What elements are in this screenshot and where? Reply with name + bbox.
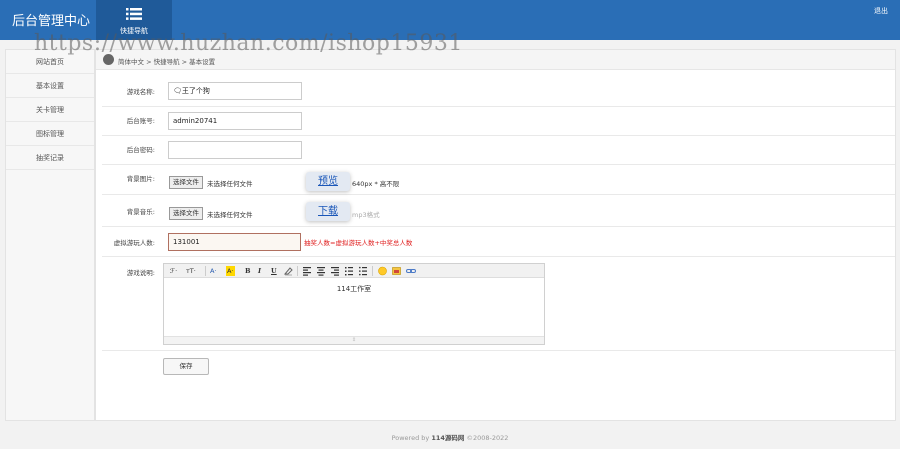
sidebar-item-icons[interactable]: 图标管理	[6, 122, 94, 146]
form-row-admin-account: 后台账号: admin20741	[102, 107, 895, 136]
sidebar-item-lottery-records[interactable]: 抽奖记录	[6, 146, 94, 170]
form-row-bg-image: 背景图片: 选择文件 未选择任何文件 预览 640px * 高不限	[102, 165, 895, 195]
form-row-virtual-players: 虚拟游玩人数: 131001 抽奖人数=虚拟游玩人数+中奖总人数	[102, 227, 895, 257]
main-panel: 简体中文 > 快捷导航 > 基本设置 游戏名称: 🗨王了个狗 后台账号: adm…	[95, 49, 896, 421]
bg-music-download-button[interactable]: 下载	[306, 202, 350, 221]
sidebar: 网站首页 基本设置 关卡管理 图标管理 抽奖记录	[5, 49, 95, 421]
footer-site-link[interactable]: 114源码网	[431, 434, 464, 442]
breadcrumb-text: 简体中文 > 快捷导航 > 基本设置	[118, 58, 216, 66]
sidebar-item-levels[interactable]: 关卡管理	[6, 98, 94, 122]
bold-button[interactable]: B	[245, 266, 251, 276]
footer-copyright: ©2008-2022	[464, 434, 509, 442]
bg-image-label: 背景图片:	[126, 175, 155, 183]
align-left-icon[interactable]	[303, 266, 311, 276]
logout-link[interactable]: 退出	[874, 6, 888, 16]
virtual-players-hint: 抽奖人数=虚拟游玩人数+中奖总人数	[304, 239, 413, 247]
admin-account-label: 后台账号:	[126, 117, 155, 125]
bg-color-button[interactable]: A·	[226, 266, 235, 276]
form-row-admin-password: 后台密码:	[102, 136, 895, 165]
bg-music-label: 背景音乐:	[126, 208, 155, 216]
bg-image-file-status: 未选择任何文件	[207, 180, 253, 188]
unordered-list-icon[interactable]	[359, 266, 367, 276]
image-icon[interactable]	[392, 266, 401, 276]
save-button[interactable]: 保存	[163, 358, 209, 375]
editor-content[interactable]: 114工作室	[164, 278, 544, 336]
bg-image-size-hint: 640px * 高不限	[352, 180, 400, 188]
description-label: 游戏说明:	[126, 269, 155, 277]
sidebar-item-home[interactable]: 网站首页	[6, 50, 94, 74]
footer-prefix: Powered by	[391, 434, 432, 442]
eraser-icon[interactable]	[284, 266, 293, 276]
top-bar: 后台管理中心 快捷导航 退出	[0, 0, 900, 40]
bg-music-file-status: 未选择任何文件	[207, 211, 253, 219]
toolbar-divider	[372, 266, 373, 276]
form-row-bg-music: 背景音乐: 选择文件 未选择任何文件 下载 mp3格式	[102, 195, 895, 227]
link-icon[interactable]	[406, 266, 416, 276]
align-center-icon[interactable]	[317, 266, 325, 276]
footer: Powered by 114源码网 ©2008-2022	[0, 432, 900, 442]
bg-image-preview-button[interactable]: 预览	[306, 172, 350, 191]
font-family-button[interactable]: ℱ·	[170, 266, 177, 276]
virtual-players-input[interactable]: 131001	[168, 233, 301, 251]
editor-toolbar: ℱ· тT· A· A· B I U	[164, 264, 544, 278]
align-right-icon[interactable]	[331, 266, 339, 276]
toolbar-divider	[297, 266, 298, 276]
admin-password-input[interactable]	[168, 141, 302, 159]
sidebar-item-basic-settings[interactable]: 基本设置	[6, 74, 94, 98]
underline-button[interactable]: U	[271, 266, 277, 276]
bg-image-choose-button[interactable]: 选择文件	[169, 176, 203, 189]
rich-text-editor[interactable]: ℱ· тT· A· A· B I U 114工作室 ⇳	[163, 263, 545, 345]
font-size-button[interactable]: тT·	[186, 266, 196, 276]
italic-button[interactable]: I	[258, 266, 261, 276]
game-name-input[interactable]: 🗨王了个狗	[168, 82, 302, 100]
emoticon-icon[interactable]	[378, 266, 387, 276]
quick-nav-button[interactable]: 快捷导航	[96, 0, 172, 40]
virtual-players-label: 虚拟游玩人数:	[113, 239, 155, 247]
font-color-button[interactable]: A·	[210, 266, 217, 276]
breadcrumb: 简体中文 > 快捷导航 > 基本设置	[96, 50, 895, 70]
bg-music-choose-button[interactable]: 选择文件	[169, 207, 203, 220]
bg-music-format-hint: mp3格式	[352, 211, 380, 219]
brand-title: 后台管理中心	[12, 14, 91, 29]
globe-icon	[103, 54, 114, 65]
form-row-game-name: 游戏名称: 🗨王了个狗	[102, 77, 895, 107]
admin-account-input[interactable]: admin20741	[168, 112, 302, 130]
menu-list-icon	[126, 8, 142, 20]
quick-nav-label: 快捷导航	[120, 27, 148, 35]
game-name-label: 游戏名称:	[126, 88, 155, 96]
toolbar-divider	[205, 266, 206, 276]
admin-password-label: 后台密码:	[126, 146, 155, 154]
ordered-list-icon[interactable]	[345, 266, 353, 276]
editor-resize-grip[interactable]: ⇳	[164, 336, 544, 344]
